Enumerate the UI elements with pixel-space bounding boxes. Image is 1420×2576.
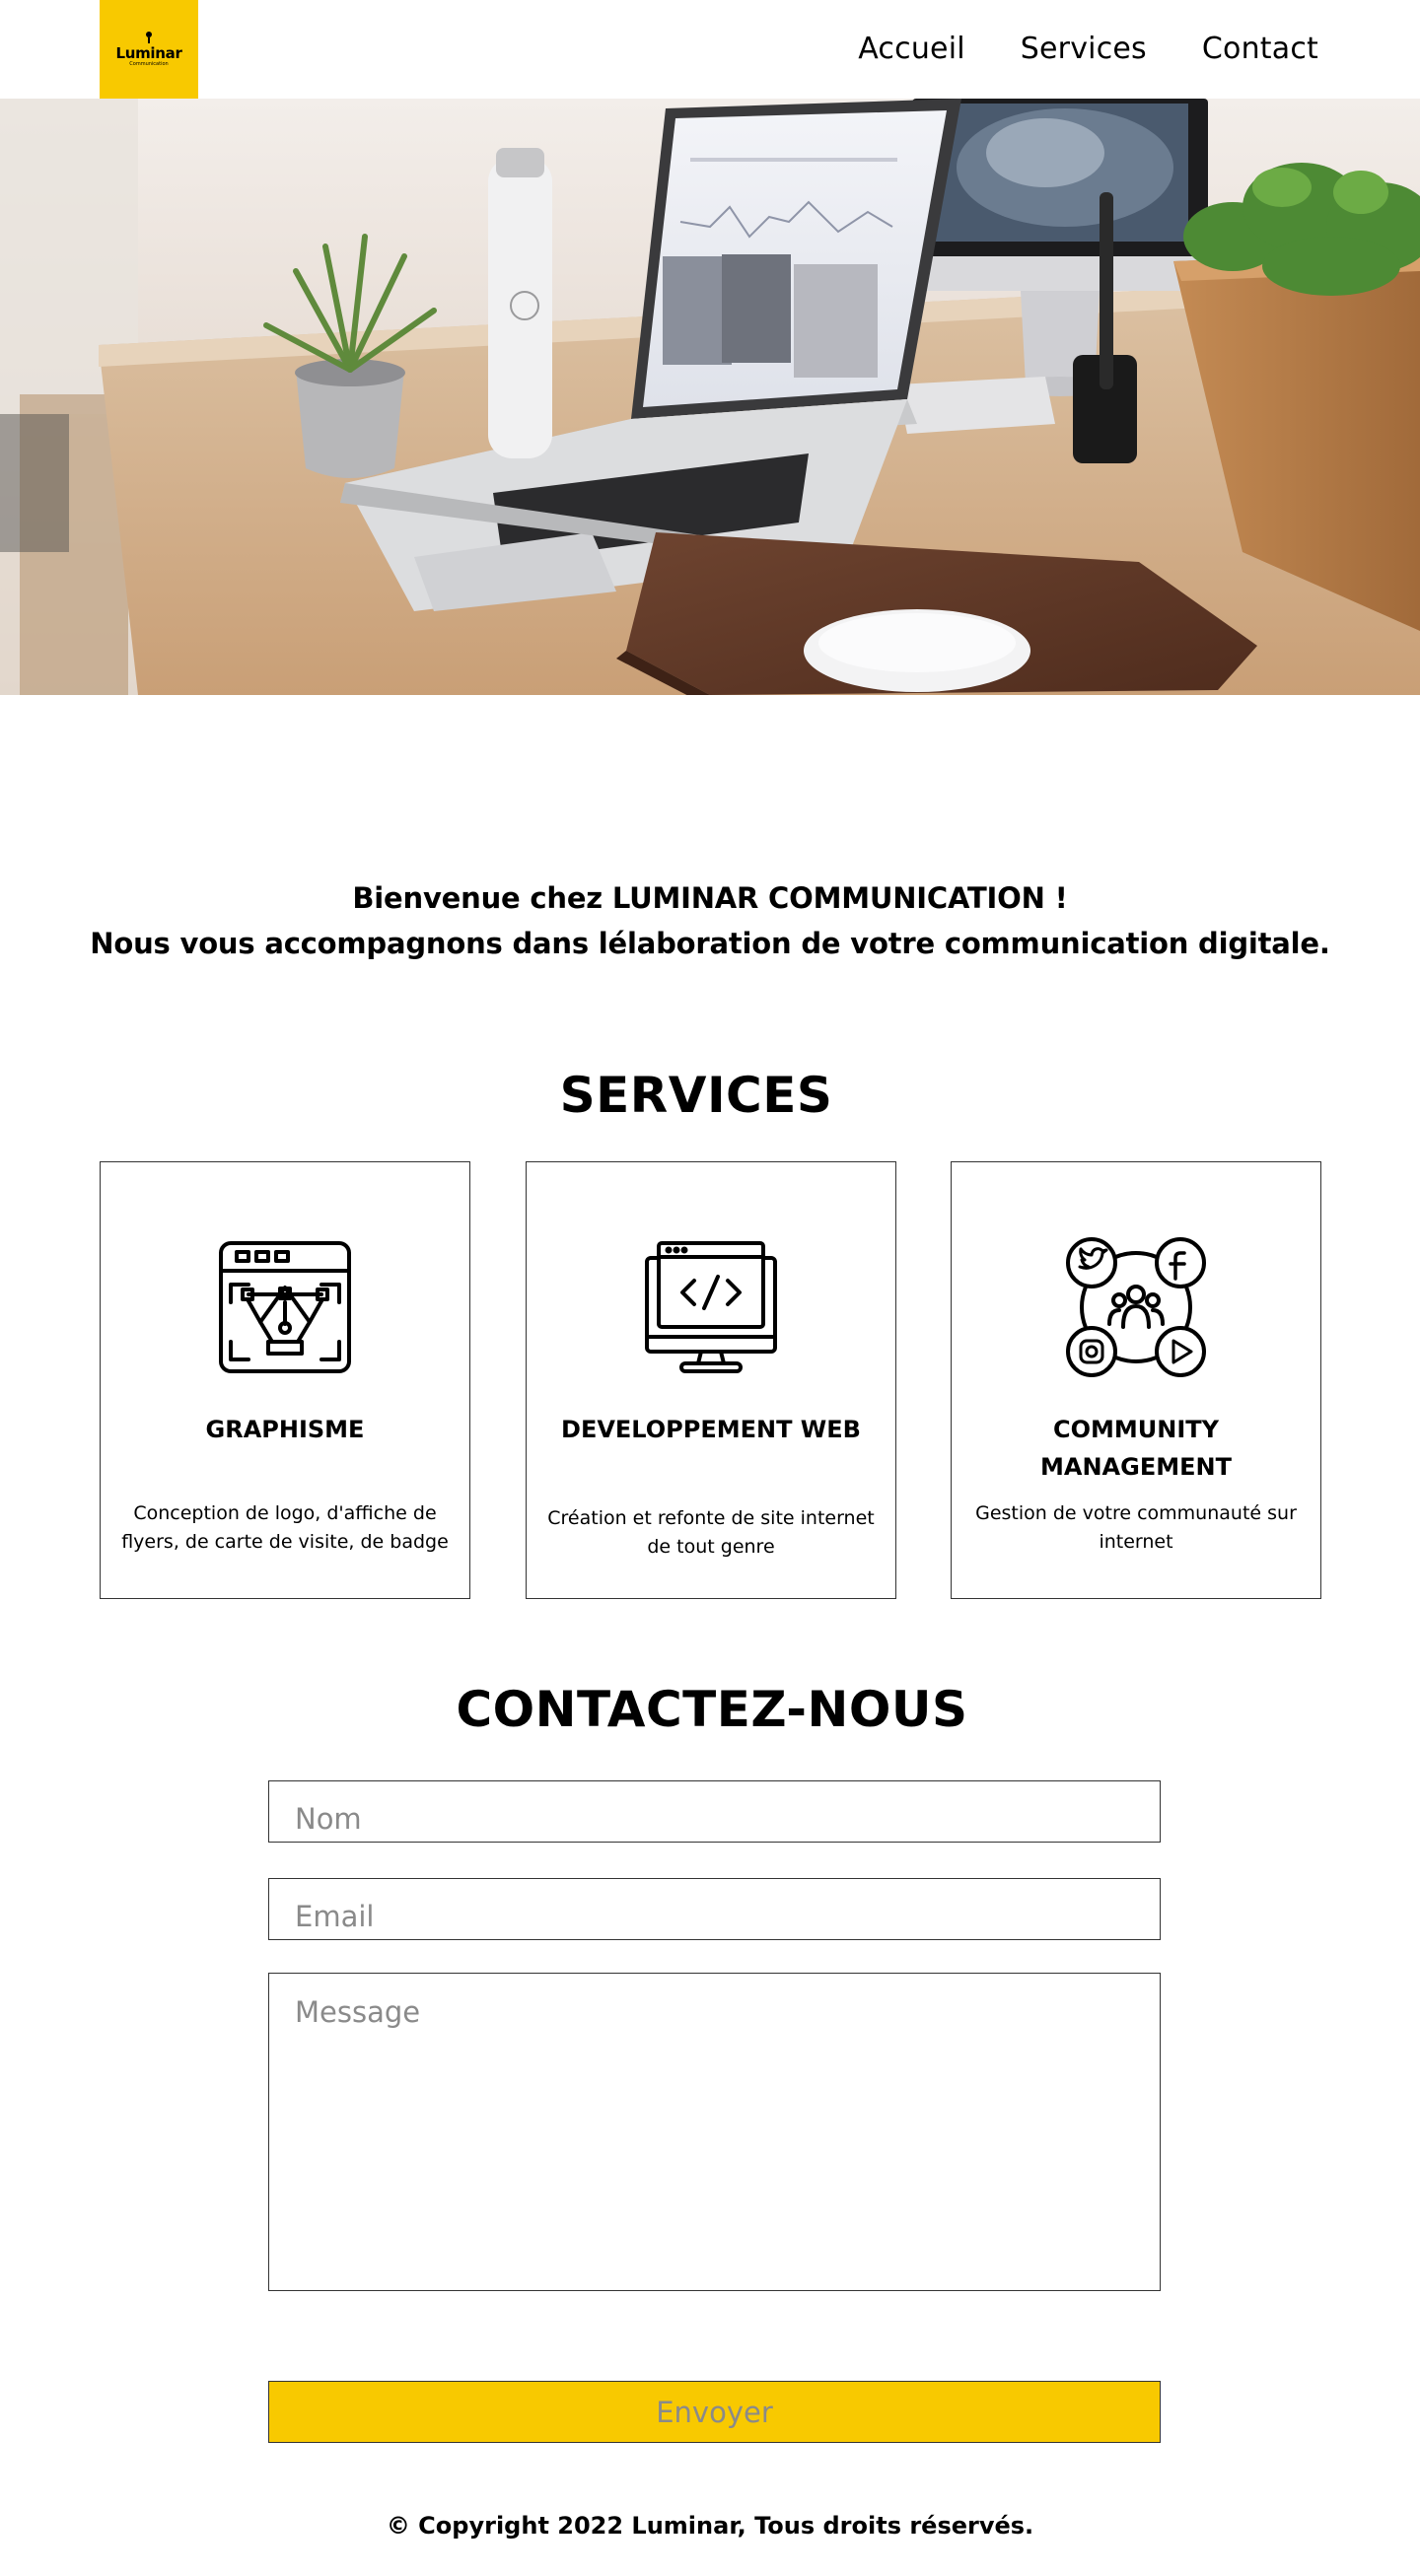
service-card-graphisme: GRAPHISME Conception de logo, d'affiche …: [100, 1161, 470, 1599]
send-button[interactable]: Envoyer: [268, 2381, 1161, 2443]
message-field[interactable]: [268, 1973, 1161, 2291]
welcome-line-1: Bienvenue chez LUMINAR COMMUNICATION !: [352, 881, 1068, 915]
welcome-section: Bienvenue chez LUMINAR COMMUNICATION ! N…: [0, 875, 1420, 966]
nav-link-contact[interactable]: Contact: [1202, 33, 1318, 66]
footer-copyright: © Copyright 2022 Luminar, Tous droits ré…: [386, 2512, 1034, 2540]
service-card-community-management: COMMUNITY MANAGEMENT Gestion de votre co…: [951, 1161, 1321, 1599]
services-title: SERVICES: [559, 1067, 833, 1124]
logo-tagline: Communication: [129, 61, 169, 67]
name-field[interactable]: [268, 1780, 1161, 1843]
logo-name: Luminar: [115, 44, 182, 62]
service-title-community-management: COMMUNITY MANAGEMENT: [1040, 1416, 1232, 1481]
main-nav: Accueil Services Contact: [858, 33, 1318, 66]
lamp-icon: [146, 32, 152, 43]
contact-title: CONTACTEZ-NOUS: [456, 1681, 968, 1738]
email-field[interactable]: [268, 1878, 1161, 1940]
nav-link-accueil[interactable]: Accueil: [858, 33, 965, 66]
service-title-graphisme: GRAPHISME: [205, 1416, 365, 1443]
social-network-icon: [1066, 1237, 1206, 1377]
service-desc-developpement-web: Création et refonte de site internet de …: [547, 1507, 875, 1558]
luminar-logo[interactable]: Luminar Communication: [100, 0, 198, 99]
desk-workspace-illustration: [0, 99, 1420, 695]
code-monitor-icon: [645, 1241, 777, 1373]
services-cards: GRAPHISME Conception de logo, d'affiche …: [100, 1161, 1321, 1599]
welcome-line-2: Nous vous accompagnons dans lélaboration…: [90, 927, 1330, 960]
service-desc-community-management: Gestion de votre communauté sur internet: [975, 1502, 1297, 1553]
service-desc-graphisme: Conception de logo, d'affiche de flyers,…: [121, 1502, 449, 1553]
service-card-developpement-web: DEVELOPPEMENT WEB Création et refonte de…: [526, 1161, 896, 1599]
nav-link-services[interactable]: Services: [1021, 33, 1147, 66]
site-header: Luminar Communication Accueil Services C…: [0, 0, 1420, 99]
hero-image: [0, 99, 1420, 695]
pen-tool-window-icon: [219, 1241, 351, 1373]
service-title-developpement-web: DEVELOPPEMENT WEB: [561, 1416, 861, 1443]
